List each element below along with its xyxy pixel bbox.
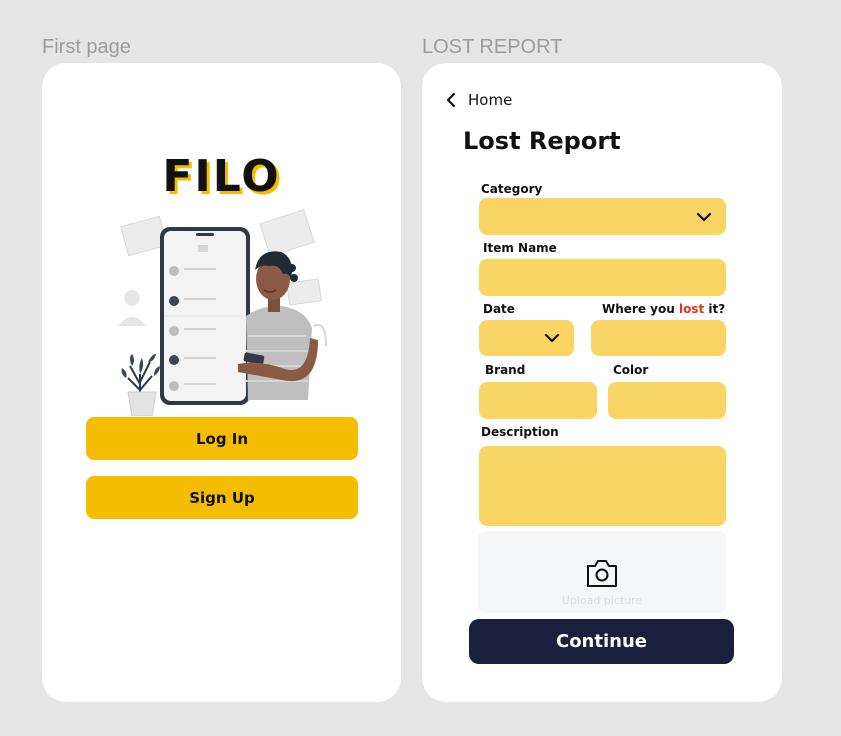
lost-report-card: Home Lost Report Category Item Name Date… xyxy=(422,63,782,702)
first-page-card: FILO Log In Sign Up xyxy=(42,63,401,702)
upload-picture-label: Upload picture xyxy=(561,594,643,607)
description-textarea[interactable] xyxy=(479,446,726,526)
date-select[interactable] xyxy=(479,320,574,356)
brand-label: Brand xyxy=(485,363,526,377)
back-label: Home xyxy=(468,91,513,109)
date-label: Date xyxy=(483,302,515,316)
page-title: Lost Report xyxy=(463,127,621,155)
item-name-label: Item Name xyxy=(483,241,557,255)
color-field[interactable] xyxy=(608,382,726,419)
dropdown-chevron-icon xyxy=(544,333,560,343)
upload-picture-area[interactable]: Upload picture xyxy=(478,531,726,613)
filo-logo: FILO xyxy=(162,151,281,202)
signup-button[interactable]: Sign Up xyxy=(86,476,358,519)
where-lost-label: Where you lost it? xyxy=(602,302,726,316)
color-label: Color xyxy=(613,363,649,377)
back-to-home-link[interactable]: Home xyxy=(444,91,512,109)
frame-label-lost-report: LOST REPORT xyxy=(422,36,563,58)
category-label: Category xyxy=(481,182,543,196)
brand-field[interactable] xyxy=(479,382,597,419)
description-label: Description xyxy=(481,425,559,439)
where-lost-field[interactable] xyxy=(591,320,726,356)
phone-person-illustration xyxy=(118,209,327,416)
where-lost-accent: lost xyxy=(678,302,705,316)
dropdown-chevron-icon xyxy=(696,212,712,221)
item-name-field[interactable] xyxy=(479,259,726,296)
camera-icon xyxy=(587,560,617,587)
continue-button[interactable]: Continue xyxy=(469,619,734,664)
login-button[interactable]: Log In xyxy=(86,417,358,460)
back-chevron-icon xyxy=(446,92,456,108)
category-select[interactable] xyxy=(479,198,726,235)
frame-label-first-page: First page xyxy=(42,36,131,58)
